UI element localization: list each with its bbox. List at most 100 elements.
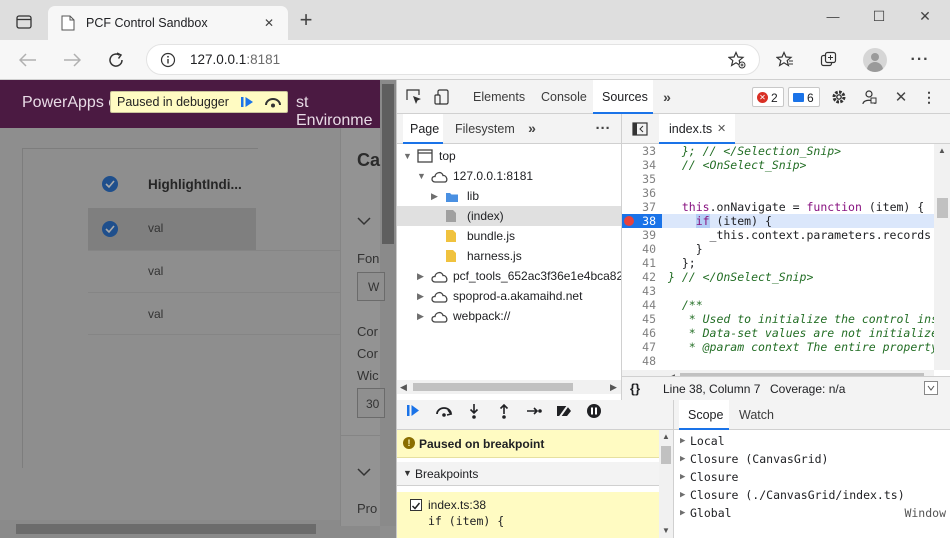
code-line[interactable]: 35 (622, 172, 934, 186)
more-options-icon[interactable]: ··· (593, 120, 613, 137)
grid-header-check[interactable] (102, 176, 118, 192)
scope-item[interactable]: ▶ Local (680, 432, 946, 450)
collections-icon[interactable] (818, 50, 840, 70)
pause-on-exceptions-button[interactable] (583, 400, 605, 422)
step-into-button[interactable] (463, 400, 485, 422)
code-line[interactable]: 48 (622, 354, 934, 368)
chevron-down-icon[interactable]: ▼ (403, 146, 415, 166)
scope-item[interactable]: ▶ Closure (680, 468, 946, 486)
tree-item[interactable]: ▶ spoprod-a.akamaihd.net (397, 286, 621, 306)
editor-vscrollbar-thumb[interactable] (937, 198, 948, 218)
scope-item[interactable]: ▶ Global Window (680, 504, 946, 522)
editor-vscrollbar[interactable]: ▲ (934, 144, 950, 370)
step-out-button[interactable] (493, 400, 515, 422)
tree-item[interactable]: ▶ lib (397, 186, 621, 206)
tree-item[interactable]: ▶ webpack:// (397, 306, 621, 326)
step-button[interactable] (523, 400, 545, 422)
line-number[interactable]: 46 (622, 326, 656, 340)
tree-item[interactable]: harness.js (397, 246, 621, 266)
code-line[interactable]: 38 if (item) { (622, 214, 934, 228)
browser-tab[interactable]: PCF Control Sandbox ✕ (48, 6, 288, 40)
line-number[interactable]: 48 (622, 354, 656, 368)
line-number[interactable]: 33 (622, 144, 656, 158)
scope-item[interactable]: ▶ Closure (CanvasGrid) (680, 450, 946, 468)
page-scrollbar[interactable] (380, 80, 396, 526)
profile-avatar[interactable] (863, 48, 887, 72)
chevron-down-icon[interactable] (356, 466, 372, 478)
resume-icon[interactable] (237, 94, 257, 110)
code-line[interactable]: 42} // </OnSelect_Snip> (622, 270, 934, 284)
tab-watch[interactable]: Watch (739, 408, 774, 422)
url-text[interactable]: 127.0.0.1:8181 (190, 52, 280, 67)
info-icon[interactable] (159, 51, 177, 69)
grid-cell[interactable]: val (148, 307, 163, 321)
breakpoint-checkbox[interactable] (410, 499, 422, 511)
line-number[interactable]: 47 (622, 340, 656, 354)
line-number[interactable]: 38 (622, 214, 656, 228)
close-devtools-icon[interactable]: ✕ (892, 88, 910, 106)
page-scrollbar-thumb[interactable] (382, 84, 394, 244)
more-options-icon[interactable]: ⋮ (922, 88, 936, 106)
grid-header-label[interactable]: HighlightIndi... (148, 177, 242, 192)
panel-input[interactable]: 30 (357, 388, 385, 418)
tree-item[interactable]: ▼ top (397, 146, 621, 166)
step-over-icon[interactable] (263, 94, 283, 110)
chevron-right-icon[interactable]: ▶ (417, 306, 429, 326)
grid-row-check[interactable] (102, 221, 118, 237)
page-hscrollbar[interactable] (0, 520, 380, 538)
tab-actions-icon[interactable] (14, 14, 34, 30)
chevron-right-icon[interactable]: ▶ (431, 186, 443, 206)
pretty-print-button[interactable]: {} (630, 381, 640, 396)
tab-console[interactable]: Console (541, 90, 587, 104)
more-tabs-icon[interactable]: » (525, 120, 539, 136)
favorites-icon[interactable] (774, 50, 796, 70)
tree-item[interactable]: bundle.js (397, 226, 621, 246)
more-tabs-icon[interactable]: » (659, 88, 675, 106)
scope-item[interactable]: ▶ Closure (./CanvasGrid/index.ts) (680, 486, 946, 504)
line-number[interactable]: 41 (622, 256, 656, 270)
debugger-vscrollbar-thumb[interactable] (661, 446, 671, 464)
chevron-right-icon[interactable]: ▶ (417, 266, 429, 286)
debugger-vscrollbar[interactable]: ▲ ▼ (659, 430, 673, 538)
tab-scope[interactable]: Scope (679, 400, 729, 430)
breakpoint-item[interactable]: index.ts:38 if (item) { (397, 492, 659, 538)
error-counter[interactable]: ✕ 2 (752, 87, 784, 107)
code-line[interactable]: 33 }; // </Selection_Snip> (622, 144, 934, 158)
scroll-down-icon[interactable]: ▼ (662, 526, 670, 535)
gear-icon[interactable] (830, 88, 848, 106)
customize-icon[interactable] (860, 88, 878, 106)
close-icon[interactable]: ✕ (717, 122, 726, 135)
close-window-button[interactable]: ✕ (910, 6, 940, 26)
grid-cell[interactable]: val (148, 221, 163, 235)
editor-tab-index-ts[interactable]: index.ts ✕ (659, 114, 735, 144)
nav-hscrollbar[interactable]: ◀ ▶ (397, 380, 621, 394)
line-number[interactable]: 37 (622, 200, 656, 214)
statusbar-toggle-icon[interactable] (924, 381, 938, 395)
line-number[interactable]: 35 (622, 172, 656, 186)
code-line[interactable]: 46 * Data-set values are not initialized (622, 326, 934, 340)
grid-cell[interactable]: val (148, 264, 163, 278)
scroll-right-icon[interactable]: ▶ (610, 382, 617, 393)
line-number[interactable]: 36 (622, 186, 656, 200)
scroll-left-icon[interactable]: ◀ (400, 382, 407, 393)
line-number[interactable]: 40 (622, 242, 656, 256)
code-line[interactable]: 40 } (622, 242, 934, 256)
new-tab-button[interactable]: + (296, 7, 316, 32)
chevron-right-icon[interactable]: ▶ (417, 286, 429, 306)
tree-item[interactable]: ▼ 127.0.0.1:8181 (397, 166, 621, 186)
maximize-button[interactable]: ☐ (864, 6, 894, 26)
inspect-element-icon[interactable] (405, 88, 423, 106)
deactivate-breakpoints-button[interactable] (553, 400, 575, 422)
page-hscrollbar-thumb[interactable] (16, 524, 316, 534)
line-number[interactable]: 34 (622, 158, 656, 172)
message-counter[interactable]: 6 (788, 87, 820, 107)
code-editor[interactable]: 33 }; // </Selection_Snip> 34 // <OnSelec… (622, 144, 934, 370)
line-number[interactable]: 45 (622, 312, 656, 326)
code-line[interactable]: 41 }; (622, 256, 934, 270)
add-favorite-icon[interactable] (727, 51, 747, 69)
line-number[interactable]: 42 (622, 270, 656, 284)
nav-tab-filesystem[interactable]: Filesystem (455, 122, 515, 136)
resume-button[interactable] (403, 400, 425, 422)
back-icon[interactable] (18, 50, 38, 70)
panel-input[interactable]: W (357, 272, 385, 301)
